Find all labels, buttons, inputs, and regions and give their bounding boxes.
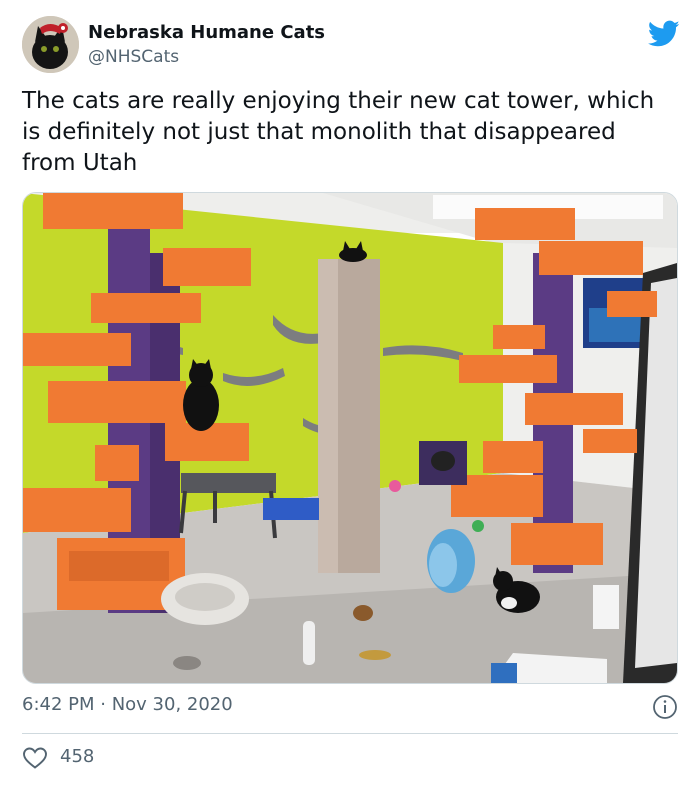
cat-room-photo [23,193,677,683]
avatar[interactable] [22,16,79,73]
heart-icon[interactable] [22,746,48,770]
tweet-header: Nebraska Humane Cats @NHSCats [22,16,680,76]
twitter-bird-icon[interactable] [648,20,680,48]
info-icon[interactable] [652,694,678,720]
like-count: 458 [60,746,95,767]
tweet-timestamp[interactable]: 6:42 PM · Nov 30, 2020 [22,694,233,716]
divider [22,733,678,734]
user-handle[interactable]: @NHSCats [88,46,325,68]
tweet-text: The cats are really enjoying their new c… [22,88,655,176]
display-name[interactable]: Nebraska Humane Cats [88,22,325,44]
black-cat-avatar-icon [22,16,79,73]
tweet-photo[interactable] [22,192,678,684]
